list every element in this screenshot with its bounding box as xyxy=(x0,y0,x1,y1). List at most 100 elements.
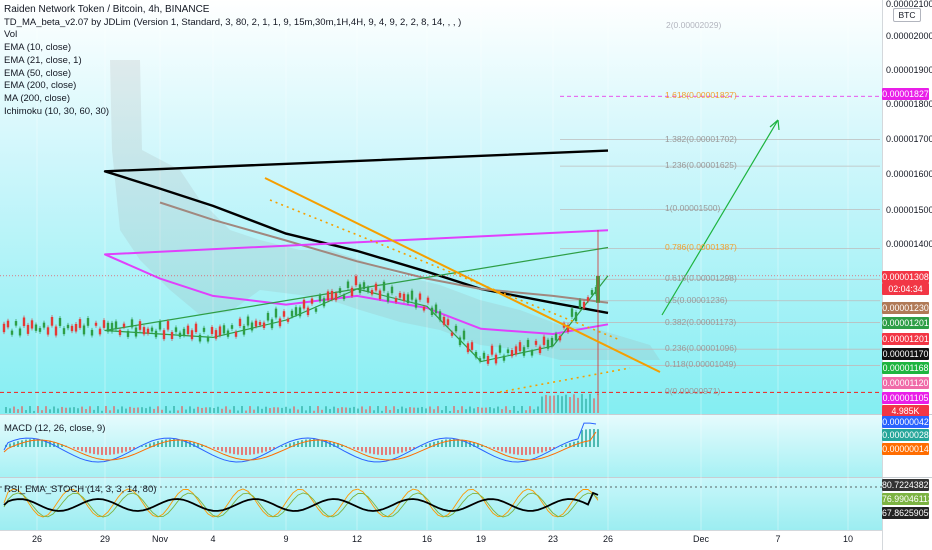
candle-body xyxy=(134,327,138,337)
rsi-legend[interactable]: RSI_EMA_STOCH (14, 3, 3, 14, 80) xyxy=(4,484,156,495)
volume-bar xyxy=(9,408,11,413)
candle-body xyxy=(262,322,266,328)
volume-bar xyxy=(225,406,227,413)
price-tag[interactable]: 0.00001120 xyxy=(882,377,929,389)
price-tag[interactable]: 02:04:34 xyxy=(882,283,929,295)
macd-histogram-bar xyxy=(541,447,543,453)
macd-histogram-bar xyxy=(545,447,547,452)
volume-bar xyxy=(53,406,55,413)
legend-indicator[interactable]: EMA (200, close) xyxy=(4,80,461,93)
macd-histogram-bar xyxy=(25,439,27,447)
macd-histogram-bar xyxy=(217,447,219,451)
candle-body xyxy=(314,308,318,312)
candle-body xyxy=(538,346,542,354)
fib-level-label: 2(0.00002029) xyxy=(666,20,722,31)
candle-body xyxy=(354,276,358,286)
volume-bar xyxy=(113,406,115,413)
macd-histogram-bar xyxy=(117,447,119,454)
candle-body xyxy=(370,290,374,295)
candle-body xyxy=(490,345,494,355)
price-tag[interactable]: 0.00001201 xyxy=(882,333,929,345)
volume-bar xyxy=(297,409,299,413)
volume-bar xyxy=(197,406,199,413)
macd-histogram-bar xyxy=(361,447,363,452)
candle-body xyxy=(406,294,410,303)
price-tag[interactable]: 0.00001168 xyxy=(882,362,929,374)
time-axis-label: 4 xyxy=(210,534,216,544)
volume-bar xyxy=(133,407,135,413)
macd-value-tag[interactable]: 0.00000014 xyxy=(882,443,929,455)
macd-histogram-bar xyxy=(385,447,387,455)
legend-indicator[interactable]: Ichimoku (10, 30, 60, 30) xyxy=(4,106,461,119)
volume-bar xyxy=(321,409,323,413)
macd-histogram-bar xyxy=(441,440,443,447)
rsi-value-tag[interactable]: 76.99046113 xyxy=(882,493,932,505)
price-tag[interactable]: 0.00001105 xyxy=(882,392,929,404)
candle-body xyxy=(310,298,314,304)
candle-body xyxy=(550,337,554,347)
volume-bar xyxy=(109,410,111,413)
candle-body xyxy=(334,293,338,301)
macd-histogram-bar xyxy=(225,447,227,453)
volume-bar xyxy=(565,394,567,413)
volume-bar xyxy=(301,406,303,413)
candle-body xyxy=(374,283,378,291)
candle-body xyxy=(274,308,278,318)
candle-body xyxy=(466,343,470,353)
volume-bar xyxy=(25,410,27,413)
macd-histogram-bar xyxy=(141,446,143,447)
volume-bar xyxy=(125,408,127,413)
volume-bar xyxy=(157,406,159,413)
fib-level-label: 0.236(0.00001096) xyxy=(665,343,737,354)
legend-indicator[interactable]: TD_MA_beta_v2.07 by JDLim (Version 1, St… xyxy=(4,17,461,30)
legend-indicator[interactable]: EMA (50, close) xyxy=(4,68,461,81)
candle-body xyxy=(478,358,482,362)
macd-histogram-bar xyxy=(445,439,447,447)
volume-bar xyxy=(237,410,239,413)
volume-bar xyxy=(569,396,571,413)
candle-body xyxy=(450,332,454,336)
volume-bar xyxy=(465,409,467,413)
candle-body xyxy=(322,298,326,307)
currency-badge[interactable]: BTC xyxy=(893,8,921,22)
volume-bar xyxy=(441,410,443,413)
macd-legend[interactable]: MACD (12, 26, close, 9) xyxy=(4,423,105,434)
legend-indicator[interactable]: EMA (21, close, 1) xyxy=(4,55,461,68)
legend-indicator[interactable]: MA (200, close) xyxy=(4,93,461,106)
macd-value-tag[interactable]: 0.00000028 xyxy=(882,429,929,441)
volume-bar xyxy=(21,406,23,413)
legend-indicator[interactable]: EMA (10, close) xyxy=(4,42,461,55)
candle-body xyxy=(518,342,522,352)
macd-histogram-bar xyxy=(221,447,223,452)
candle-body xyxy=(250,322,254,331)
candle-body xyxy=(270,319,274,329)
candle-body xyxy=(506,349,510,353)
macd-value-tag[interactable]: 0.00000042 xyxy=(882,416,929,428)
volume-bar xyxy=(205,407,207,413)
candle-body xyxy=(166,321,170,330)
price-label: 0.00001600 xyxy=(886,169,932,179)
fib-level-label: 0(0.00000971) xyxy=(665,386,721,397)
symbol-title[interactable]: Raiden Network Token / Bitcoin, 4h, BINA… xyxy=(4,4,461,17)
price-tag[interactable]: 0.00001308 xyxy=(882,271,929,283)
price-tag[interactable]: 0.00001230 xyxy=(882,302,929,314)
price-tag[interactable]: 0.00001827 xyxy=(882,88,929,100)
volume-bar xyxy=(469,406,471,413)
price-tag[interactable]: 0.00001201 xyxy=(882,317,929,329)
rsi-line xyxy=(3,491,599,512)
candle-body xyxy=(78,319,82,328)
macd-histogram-bar xyxy=(101,447,103,455)
volume-bar xyxy=(221,408,223,413)
rsi-value-tag[interactable]: 80.72243825 xyxy=(882,479,932,491)
projection-arrow xyxy=(661,119,779,316)
candle-body xyxy=(50,316,54,326)
macd-histogram-bar xyxy=(373,447,375,455)
time-axis-label: Nov xyxy=(151,534,169,544)
price-tag[interactable]: 0.00001170 xyxy=(882,348,929,360)
legend-indicator[interactable]: Vol xyxy=(4,29,461,42)
rsi-value-tag[interactable]: 67.86259050 xyxy=(882,507,932,519)
time-axis-label: 16 xyxy=(421,534,433,544)
volume-bar xyxy=(341,407,343,413)
fib-level-label: 1(0.00001500) xyxy=(665,203,721,214)
volume-bar xyxy=(289,408,291,413)
